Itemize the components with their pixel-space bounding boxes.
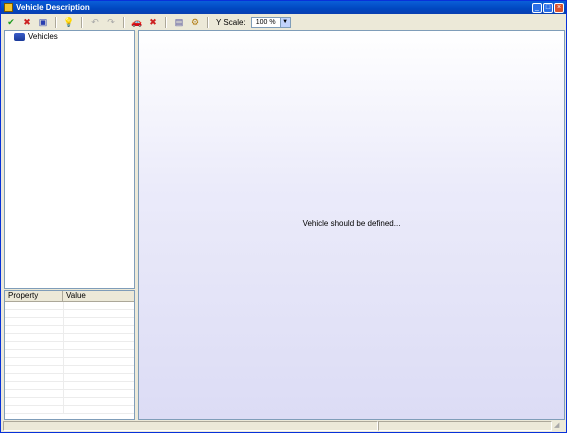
table-row xyxy=(5,318,134,326)
delete-x-icon: ✖ xyxy=(149,16,157,27)
save-button[interactable]: ▣ xyxy=(36,16,50,28)
title-bar[interactable]: Vehicle Description _ □ × xyxy=(1,1,566,14)
x-icon: ✖ xyxy=(23,16,31,27)
main-window: Vehicle Description _ □ × ✔ ✖ ▣ 💡 ↶ ↷ 🚗 … xyxy=(0,0,567,433)
table-row xyxy=(5,382,134,390)
tree-item-label: Vehicles xyxy=(28,32,58,41)
status-bar: ◢ xyxy=(3,421,564,432)
table-row xyxy=(5,366,134,374)
empty-state-message: Vehicle should be defined... xyxy=(302,218,401,228)
tree-item-vehicles[interactable]: Vehicles xyxy=(14,32,134,41)
table-row xyxy=(5,342,134,350)
table-row xyxy=(5,374,134,382)
document-icon: ▤ xyxy=(174,16,184,27)
toolbar-separator xyxy=(55,16,57,28)
vehicles-icon xyxy=(14,32,25,41)
resize-grip-icon[interactable]: ◢ xyxy=(554,421,564,431)
add-vehicle-button[interactable]: 🚗 xyxy=(130,16,144,28)
yscale-value: 100 % xyxy=(255,18,276,26)
table-row xyxy=(5,358,134,366)
vehicle-view[interactable]: Vehicle should be defined... xyxy=(138,30,565,420)
tools-icon: ⚙ xyxy=(190,16,200,27)
table-row xyxy=(5,334,134,342)
property-grid[interactable]: Property Value xyxy=(4,290,135,420)
table-row xyxy=(5,398,134,406)
window-controls: _ □ × xyxy=(532,2,564,13)
table-row xyxy=(5,390,134,398)
app-icon xyxy=(4,3,13,12)
toolbar-separator xyxy=(81,16,83,28)
undo-icon: ↶ xyxy=(91,16,99,27)
toolbar-separator xyxy=(165,16,167,28)
tools-button[interactable]: ⚙ xyxy=(188,16,202,28)
window-title: Vehicle Description xyxy=(16,3,90,12)
redo-icon: ↷ xyxy=(107,16,115,27)
table-row xyxy=(5,350,134,358)
floppy-icon: ▣ xyxy=(38,16,48,27)
toolbar: ✔ ✖ ▣ 💡 ↶ ↷ 🚗 ✖ ▤ ⚙ Y Scale: 100 % ▼ xyxy=(3,15,564,29)
table-row xyxy=(5,406,134,414)
vehicle-icon: 🚗 xyxy=(131,16,143,27)
minimize-button[interactable]: _ xyxy=(532,2,542,13)
table-row xyxy=(5,326,134,334)
chevron-down-icon[interactable]: ▼ xyxy=(279,17,290,27)
status-pane-secondary xyxy=(378,421,552,431)
toolbar-separator xyxy=(123,16,125,28)
lightbulb-icon: 💡 xyxy=(63,16,75,27)
undo-button[interactable]: ↶ xyxy=(88,16,102,28)
help-button[interactable]: 💡 xyxy=(62,16,76,28)
ok-button[interactable]: ✔ xyxy=(4,16,18,28)
status-pane-main xyxy=(3,421,378,431)
yscale-label: Y Scale: xyxy=(216,17,246,27)
cancel-button[interactable]: ✖ xyxy=(20,16,34,28)
redo-button[interactable]: ↷ xyxy=(104,16,118,28)
column-header-property[interactable]: Property xyxy=(5,291,63,301)
toolbar-separator xyxy=(207,16,209,28)
checkmark-icon: ✔ xyxy=(7,16,15,27)
table-row xyxy=(5,302,134,310)
close-button[interactable]: × xyxy=(554,2,564,13)
delete-vehicle-button[interactable]: ✖ xyxy=(146,16,160,28)
yscale-select[interactable]: 100 % ▼ xyxy=(250,16,291,28)
document-button[interactable]: ▤ xyxy=(172,16,186,28)
column-header-value[interactable]: Value xyxy=(63,291,86,301)
vehicle-tree[interactable]: Vehicles xyxy=(4,30,135,289)
table-row xyxy=(5,310,134,318)
maximize-button[interactable]: □ xyxy=(543,2,553,13)
property-grid-header: Property Value xyxy=(5,291,134,302)
